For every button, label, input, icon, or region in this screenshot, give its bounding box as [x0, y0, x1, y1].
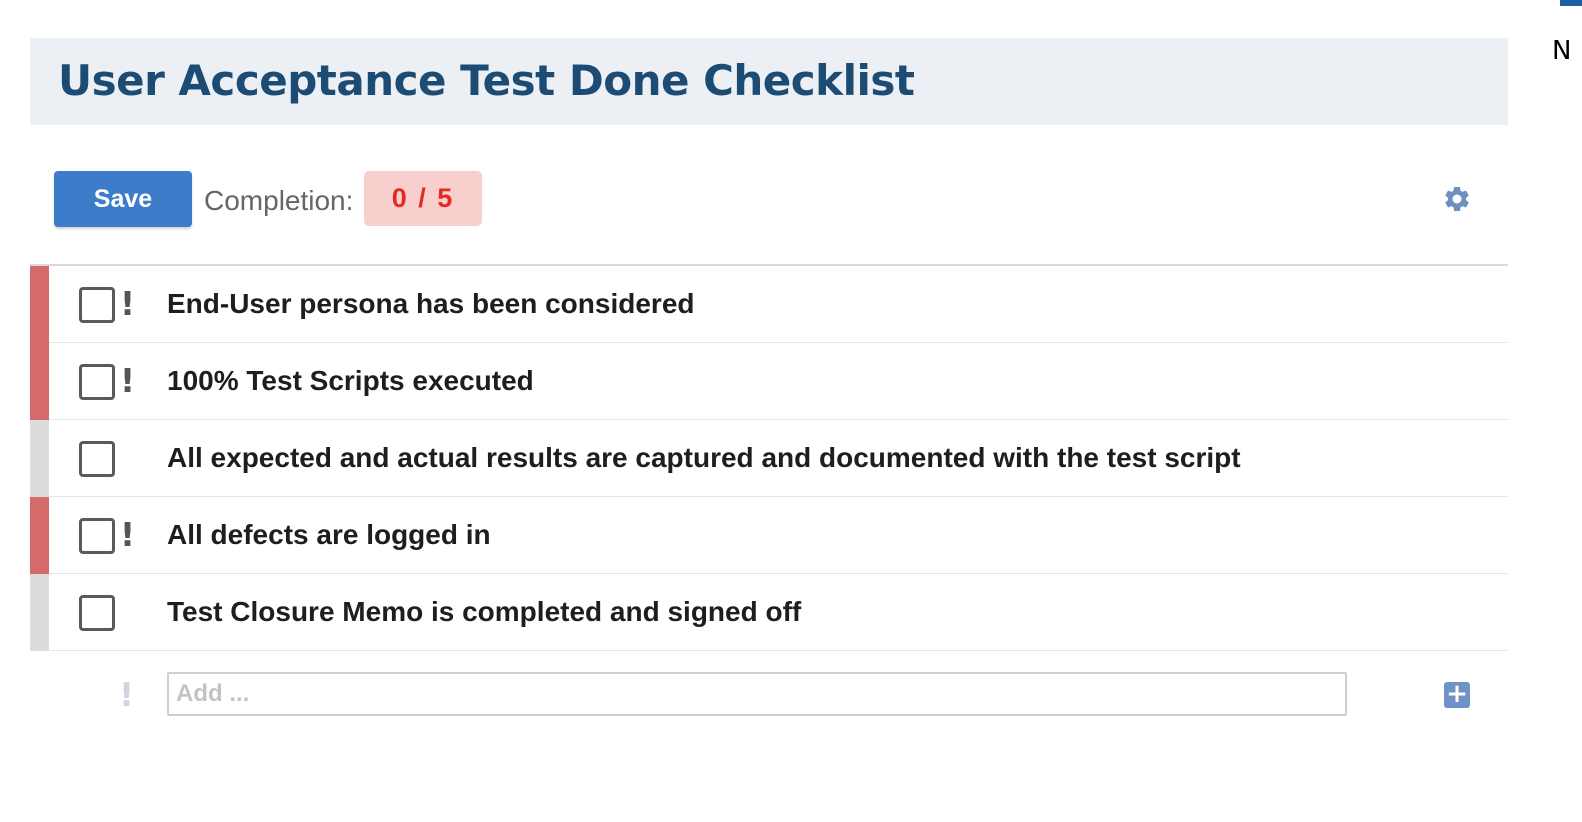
- page-title: User Acceptance Test Done Checklist: [58, 56, 915, 105]
- item-text: Test Closure Memo is completed and signe…: [167, 596, 802, 627]
- item-indicator-strip: [30, 420, 49, 497]
- edge-partial-text: N: [1552, 36, 1572, 66]
- exclamation-icon[interactable]: !: [120, 515, 135, 554]
- item-indicator-strip: [30, 574, 49, 651]
- item-text: 100% Test Scripts executed: [167, 365, 534, 396]
- save-button[interactable]: Save: [54, 171, 192, 227]
- item-checkbox[interactable]: [79, 441, 115, 477]
- required-indicator-strip: [30, 497, 49, 574]
- required-indicator-strip: [30, 343, 49, 420]
- completion-label: Completion:: [204, 185, 354, 216]
- exclamation-icon[interactable]: !: [120, 361, 135, 400]
- item-checkbox[interactable]: [79, 518, 115, 554]
- exclamation-icon[interactable]: !: [120, 284, 135, 323]
- item-text: All defects are logged in: [167, 519, 491, 550]
- checklist-item: Test Closure Memo is completed and signe…: [30, 574, 1508, 651]
- required-indicator-strip: [30, 266, 49, 343]
- checklist-item: ! 100% Test Scripts executed: [30, 343, 1508, 420]
- item-text: End-User persona has been considered: [167, 288, 695, 319]
- item-checkbox[interactable]: [79, 595, 115, 631]
- checklist: ! End-User persona has been considered! 10…: [30, 264, 1508, 651]
- priority-toggle-icon[interactable]: !: [119, 675, 134, 714]
- item-text: All expected and actual results are capt…: [167, 442, 1241, 473]
- gear-icon[interactable]: [1442, 184, 1472, 214]
- edge-accent-bar: [1560, 0, 1582, 6]
- completion-badge: 0 / 5: [364, 171, 482, 226]
- add-item-input[interactable]: [167, 672, 1347, 716]
- item-checkbox[interactable]: [79, 287, 115, 323]
- checklist-toolbar: Save Completion: 0 / 5: [30, 170, 1508, 228]
- checklist-item: ! End-User persona has been considered: [30, 266, 1508, 343]
- checklist-item: All expected and actual results are capt…: [30, 420, 1508, 497]
- checklist-item: ! All defects are logged in: [30, 497, 1508, 574]
- plus-square-icon[interactable]: +: [1444, 681, 1470, 708]
- page-header: User Acceptance Test Done Checklist: [30, 38, 1508, 125]
- item-checkbox[interactable]: [79, 364, 115, 400]
- add-item-row: ! +: [30, 653, 1508, 743]
